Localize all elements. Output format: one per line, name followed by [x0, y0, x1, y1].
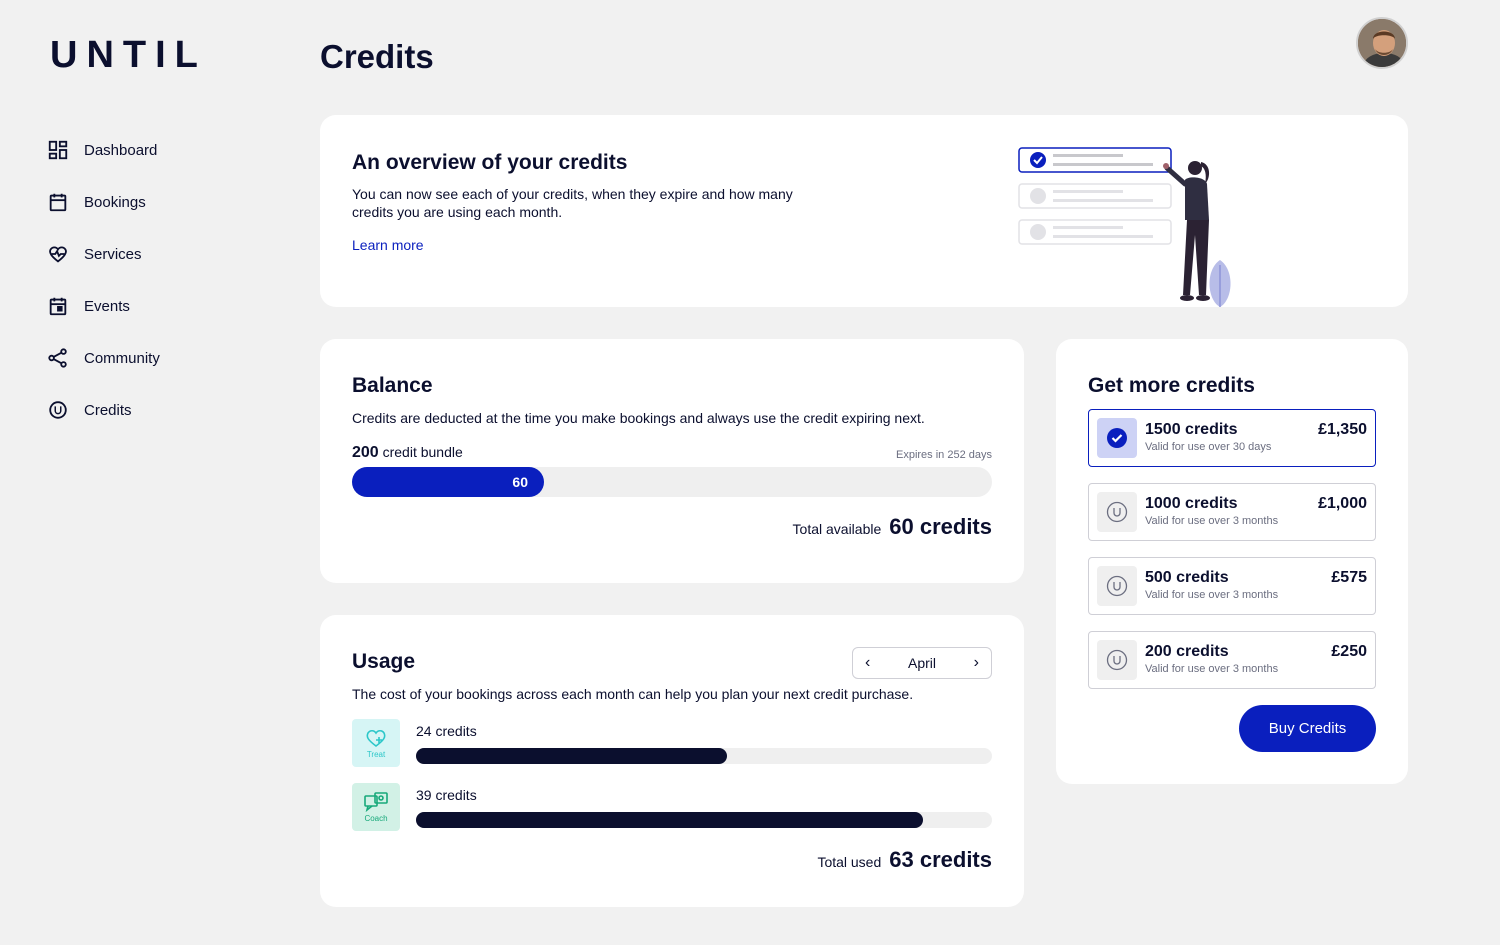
month-label: April: [907, 655, 936, 671]
balance-title: Balance: [352, 374, 433, 397]
credit-pack-1000[interactable]: 1000 credits Valid for use over 3 months…: [1088, 483, 1376, 541]
overview-card: An overview of your credits You can now …: [320, 115, 1408, 307]
month-picker: ‹ April ›: [852, 647, 992, 679]
dashboard-icon: [48, 140, 68, 160]
usage-progress-track: [416, 812, 992, 828]
chevron-right-icon[interactable]: ›: [974, 654, 979, 672]
sidebar-nav: Dashboard Bookings Services Events Commu…: [47, 124, 160, 436]
sidebar-item-community[interactable]: Community: [47, 332, 160, 384]
pack-validity: Valid for use over 3 months: [1145, 589, 1279, 601]
pack-price: £575: [1331, 569, 1367, 586]
credit-icon: [1097, 492, 1137, 532]
sidebar-item-label: Community: [84, 349, 160, 367]
overview-title: An overview of your credits: [352, 151, 628, 174]
credit-pack-200[interactable]: 200 credits Valid for use over 3 months …: [1088, 631, 1376, 689]
get-more-title: Get more credits: [1088, 374, 1255, 397]
share-icon: [48, 348, 67, 368]
pack-name: 500 credits: [1145, 569, 1229, 586]
bundle-expiry: Expires in 252 days: [896, 449, 992, 461]
usage-row-label: 39 credits: [416, 787, 477, 803]
credit-pack-500[interactable]: 500 credits Valid for use over 3 months …: [1088, 557, 1376, 615]
event-icon: [49, 297, 67, 316]
check-circle-icon: [1097, 418, 1137, 458]
total-available-value: 60 credits: [889, 514, 992, 539]
pack-validity: Valid for use over 3 months: [1145, 515, 1279, 527]
balance-card: Balance Credits are deducted at the time…: [320, 339, 1024, 583]
sidebar-item-label: Credits: [84, 401, 132, 419]
calendar-icon: [49, 193, 67, 212]
sidebar-item-events[interactable]: Events: [47, 280, 160, 332]
treat-icon: Treat: [352, 719, 400, 767]
usage-description: The cost of your bookings across each mo…: [352, 686, 914, 702]
balance-description: Credits are deducted at the time you mak…: [352, 410, 925, 426]
learn-more-link[interactable]: Learn more: [352, 237, 424, 253]
usage-progress-fill: [416, 812, 923, 828]
pack-validity: Valid for use over 3 months: [1145, 663, 1279, 675]
balance-progress-value: 60: [512, 474, 528, 490]
usage-progress-track: [416, 748, 992, 764]
balance-progress-fill: 60: [352, 467, 544, 497]
pack-name: 200 credits: [1145, 643, 1229, 660]
bundle-label: 200 credit bundle: [352, 444, 463, 462]
coach-icon-label: Coach: [364, 813, 388, 823]
checklist-illustration: [1018, 147, 1231, 307]
pack-name: 1000 credits: [1145, 495, 1238, 512]
pack-price: £1,000: [1318, 495, 1367, 512]
pack-validity: Valid for use over 30 days: [1145, 441, 1272, 453]
sidebar-item-services[interactable]: Services: [47, 228, 160, 280]
sidebar-item-dashboard[interactable]: Dashboard: [47, 124, 160, 176]
total-available-label: Total available: [792, 521, 882, 537]
sidebar-item-label: Dashboard: [84, 141, 158, 159]
brand-logo: UNTIL: [50, 34, 207, 76]
credit-icon: [1097, 566, 1137, 606]
sidebar-item-label: Services: [84, 245, 142, 263]
pack-name: 1500 credits: [1145, 421, 1238, 438]
heart-pulse-icon: [49, 246, 67, 263]
get-more-credits-card: Get more credits 1500 credits Valid for …: [1056, 339, 1408, 784]
coach-icon: Coach: [352, 783, 400, 831]
avatar-image: [1358, 19, 1406, 67]
sidebar-item-label: Events: [84, 297, 130, 315]
pack-price: £250: [1331, 643, 1367, 660]
chevron-left-icon[interactable]: ‹: [865, 654, 870, 672]
credit-icon: [49, 401, 67, 419]
avatar[interactable]: [1356, 17, 1408, 69]
sidebar-item-credits[interactable]: Credits: [47, 384, 160, 436]
balance-progress-track: 60: [352, 467, 992, 497]
buy-credits-button[interactable]: Buy Credits: [1239, 705, 1376, 752]
treat-icon-label: Treat: [366, 749, 386, 759]
sidebar-item-label: Bookings: [84, 193, 146, 211]
usage-row-coach: Coach 39 credits: [352, 783, 992, 831]
sidebar-item-bookings[interactable]: Bookings: [47, 176, 160, 228]
usage-title: Usage: [352, 650, 416, 673]
usage-card: Usage ‹ April › The cost of your booking…: [320, 615, 1024, 907]
bundle-suffix: credit bundle: [382, 444, 463, 460]
credit-pack-1500[interactable]: 1500 credits Valid for use over 30 days …: [1088, 409, 1376, 467]
credit-icon: [1097, 640, 1137, 680]
bundle-size: 200: [352, 444, 379, 461]
usage-progress-fill: [416, 748, 728, 764]
page-title: Credits: [320, 38, 434, 75]
overview-description: You can now see each of your credits, wh…: [352, 186, 793, 220]
total-used: Total used 63 credits: [817, 847, 992, 873]
usage-row-treat: Treat 24 credits: [352, 719, 992, 767]
total-used-value: 63 credits: [889, 847, 992, 872]
total-available: Total available 60 credits: [793, 514, 992, 540]
usage-row-label: 24 credits: [416, 723, 477, 739]
pack-price: £1,350: [1318, 421, 1367, 438]
total-used-label: Total used: [817, 854, 882, 870]
